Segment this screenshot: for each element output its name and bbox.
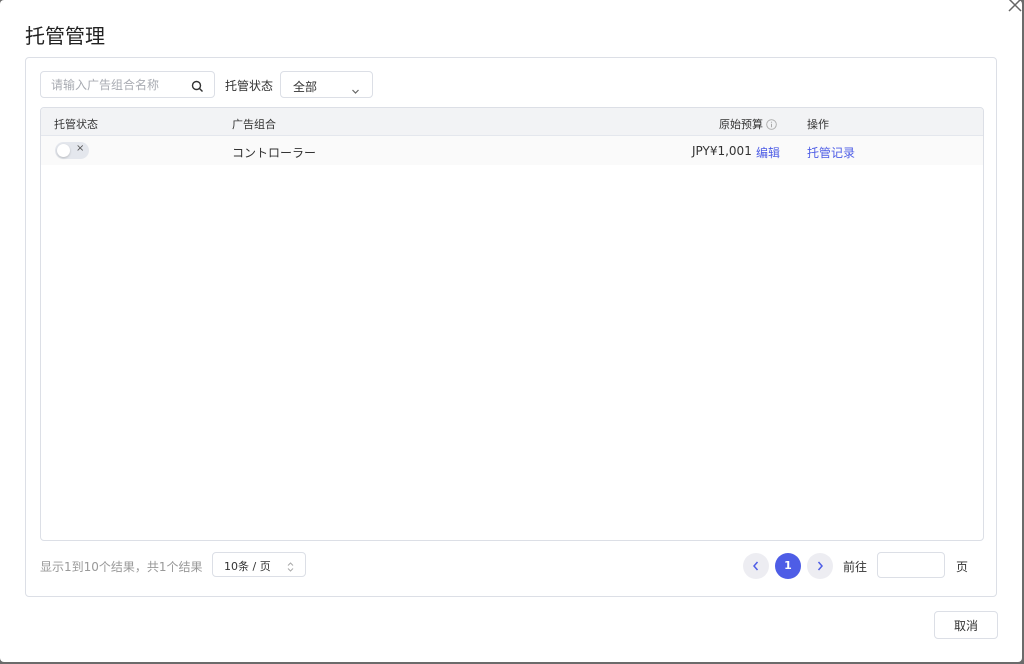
next-page-button[interactable]	[807, 553, 833, 579]
cancel-button[interactable]: 取消	[934, 611, 998, 639]
close-icon[interactable]	[1004, 0, 1024, 16]
status-select-value: 全部	[293, 80, 318, 94]
hosting-toggle[interactable]: ×	[55, 142, 89, 159]
page-suffix: 页	[956, 560, 969, 574]
header-group: 广告组合	[232, 118, 276, 131]
search-icon[interactable]	[191, 78, 204, 92]
content-panel: 托管状态 全部 托管状态 广告组合 原始预算 操作 × コントローラ	[25, 57, 997, 597]
group-name: コントローラー	[232, 146, 317, 160]
hosting-management-dialog: 托管管理 托管状态 全部 托管状态 广告组合 原始预算 操作	[0, 0, 1022, 662]
header-status: 托管状态	[54, 118, 98, 131]
updown-icon	[287, 558, 294, 572]
hosting-history-link[interactable]: 托管记录	[807, 144, 855, 161]
current-page-button[interactable]: 1	[775, 553, 801, 579]
toggle-knob	[57, 144, 70, 157]
table-header: 托管状态 广告组合 原始预算 操作	[41, 108, 983, 136]
hosting-table: 托管状态 广告组合 原始预算 操作 × コントローラー JPY¥1,001 编辑…	[40, 107, 984, 541]
goto-page-input[interactable]	[877, 552, 945, 578]
goto-label: 前往	[843, 560, 868, 574]
page-size-value: 10条 / 页	[224, 560, 271, 573]
chevron-right-icon	[817, 561, 823, 571]
header-action: 操作	[807, 118, 829, 131]
results-summary: 显示1到10个结果，共1个结果	[40, 560, 203, 574]
search-box	[40, 71, 215, 98]
edit-budget-link[interactable]: 编辑	[756, 144, 780, 161]
chevron-down-icon	[351, 81, 360, 94]
search-input[interactable]	[41, 72, 191, 97]
table-row: × コントローラー JPY¥1,001 编辑 托管记录	[41, 136, 983, 165]
chevron-left-icon	[753, 561, 759, 571]
status-filter-label: 托管状态	[225, 79, 274, 93]
toggle-off-mark: ×	[76, 143, 85, 154]
budget-value: JPY¥1,001	[692, 144, 752, 158]
dialog-title: 托管管理	[25, 24, 105, 48]
prev-page-button[interactable]	[743, 553, 769, 579]
info-icon[interactable]	[766, 119, 777, 130]
page-size-select[interactable]: 10条 / 页	[212, 552, 306, 577]
header-budget-label: 原始预算	[719, 118, 763, 131]
status-select[interactable]: 全部	[280, 71, 373, 98]
header-budget: 原始预算	[719, 116, 777, 132]
